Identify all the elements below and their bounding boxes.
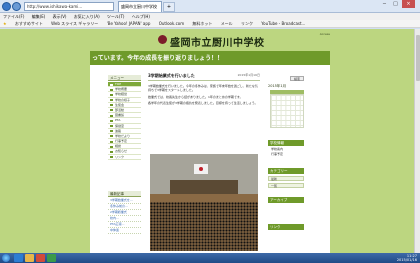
fav-link[interactable]: YouTube - Broadcast... bbox=[261, 21, 305, 26]
media-icon[interactable] bbox=[36, 254, 45, 262]
app-icon[interactable] bbox=[47, 254, 56, 262]
fav-link[interactable]: 無料ホット bbox=[192, 21, 212, 26]
menu-edit[interactable]: 編集(E) bbox=[32, 14, 46, 19]
close-icon[interactable]: × bbox=[402, 0, 415, 8]
ie-icon[interactable] bbox=[14, 254, 23, 262]
calendar-grid[interactable] bbox=[270, 94, 304, 128]
taskbar: 11:27 2015/01/16 bbox=[0, 253, 420, 263]
page-scrollbar[interactable] bbox=[414, 29, 420, 253]
school-emblem-icon bbox=[158, 35, 167, 44]
fav-link[interactable]: Web スライス ギャラリー bbox=[51, 21, 98, 26]
minimize-icon[interactable]: − bbox=[380, 0, 389, 8]
forward-button-icon[interactable] bbox=[12, 2, 21, 11]
site-header: 盛岡市立厨川中学校 Access bbox=[90, 29, 330, 51]
right-box-header: カテゴリー bbox=[268, 168, 304, 174]
url-input[interactable]: http://www.ishikawa-kami... bbox=[24, 2, 114, 11]
search-button[interactable]: 検索 bbox=[290, 76, 304, 81]
right-link[interactable]: 行事予定 bbox=[268, 152, 304, 157]
banner-message: っています。今年の成長を振り返りましょう！！ bbox=[92, 55, 224, 62]
fav-link[interactable]: 'Be Yahoo! JAPAN' app bbox=[107, 21, 151, 26]
article-date: 2015年1月16日 bbox=[237, 73, 260, 77]
menu-help[interactable]: ヘルプ(H) bbox=[132, 14, 150, 19]
favorites-bar: ★ おすすめサイト Web スライス ギャラリー 'Be Yahoo! JAPA… bbox=[0, 20, 420, 28]
calendar-title: 2015年1月 bbox=[268, 84, 287, 88]
right-box-header: 学校情報 bbox=[268, 140, 304, 146]
start-button-icon[interactable] bbox=[2, 254, 10, 262]
photo-students bbox=[150, 202, 258, 251]
system-clock[interactable]: 11:27 2015/01/16 bbox=[397, 254, 417, 262]
ceremony-photo bbox=[150, 154, 258, 251]
right-button[interactable]: 最新 bbox=[268, 176, 304, 181]
recent-post-link[interactable]: 中体連 bbox=[108, 228, 141, 234]
right-button[interactable]: 一覧 bbox=[268, 183, 304, 188]
school-name[interactable]: 盛岡市立厨川中学校 bbox=[170, 34, 265, 49]
sidebar-item[interactable]: リンク bbox=[108, 155, 141, 160]
menu-favorites[interactable]: お気に入り(A) bbox=[74, 14, 100, 19]
sidebar-title: メニュー bbox=[108, 75, 141, 81]
banner: っています。今年の成長を振り返りましょう！！ bbox=[90, 51, 330, 65]
scrollbar-thumb[interactable] bbox=[416, 35, 420, 81]
address-bar: http://www.ishikawa-kami... 盛岡市立厨川中学校 + … bbox=[0, 0, 420, 13]
article-body: 3学期始業式を行いました。今年の冬休みは、家族で年末年始を過ごし、新たな気持ちで… bbox=[148, 84, 260, 105]
menu-view[interactable]: 表示(V) bbox=[53, 14, 67, 19]
photo-stage bbox=[170, 180, 238, 194]
fav-link[interactable]: リンク bbox=[241, 21, 253, 26]
menu-bar: ファイル(F) 編集(E) 表示(V) お気に入り(A) ツール(T) ヘルプ(… bbox=[0, 13, 420, 20]
maximize-icon[interactable]: □ bbox=[391, 0, 400, 8]
clock-date: 2015/01/16 bbox=[396, 258, 417, 262]
flag-sun-icon bbox=[199, 167, 203, 171]
recent-posts: 3学期始業式を… 冬休み前の… 2学期終業式 校内… PTA広報… 中体連 bbox=[108, 198, 141, 234]
fav-link[interactable]: メール bbox=[221, 21, 233, 26]
menu-file[interactable]: ファイル(F) bbox=[3, 14, 24, 19]
fav-link[interactable]: おすすめサイト bbox=[15, 21, 43, 26]
folder-icon[interactable] bbox=[25, 254, 34, 262]
article-paragraph: 3学期始業式を行いました。今年の冬休みは、家族で年末年始を過ごし、新たな気持ちで… bbox=[148, 84, 258, 93]
recent-posts-title: 最新記事 bbox=[108, 191, 141, 197]
sidebar-menu: TOP 学校概要 学校経営 学校の様子 生徒会 部活動 図書館 PTA 保健室 … bbox=[108, 82, 141, 160]
article: 3学期始業式を行いました 2015年1月16日 3学期始業式を行いました。今年の… bbox=[148, 73, 260, 107]
right-box-header: アーカイブ bbox=[268, 197, 304, 203]
fav-link[interactable]: Outlook.com bbox=[159, 21, 184, 26]
new-tab-button[interactable]: + bbox=[163, 2, 175, 12]
article-paragraph: 各学年の代表生徒が3学期の抱負を発表しました。目標を持って生活しましょう。 bbox=[148, 100, 258, 105]
menu-tools[interactable]: ツール(T) bbox=[107, 14, 125, 19]
browser-tab[interactable]: 盛岡市立厨川中学校 bbox=[118, 1, 162, 12]
favorites-star-icon[interactable]: ★ bbox=[3, 21, 7, 26]
article-paragraph: 始業式では、校長先生から話がありました。1年のまとめの学期です。 bbox=[148, 94, 243, 99]
right-box-header: リンク bbox=[268, 224, 304, 230]
header-info: Access bbox=[319, 32, 330, 36]
back-button-icon[interactable] bbox=[2, 2, 11, 11]
browser-window: http://www.ishikawa-kami... 盛岡市立厨川中学校 + … bbox=[0, 0, 420, 263]
